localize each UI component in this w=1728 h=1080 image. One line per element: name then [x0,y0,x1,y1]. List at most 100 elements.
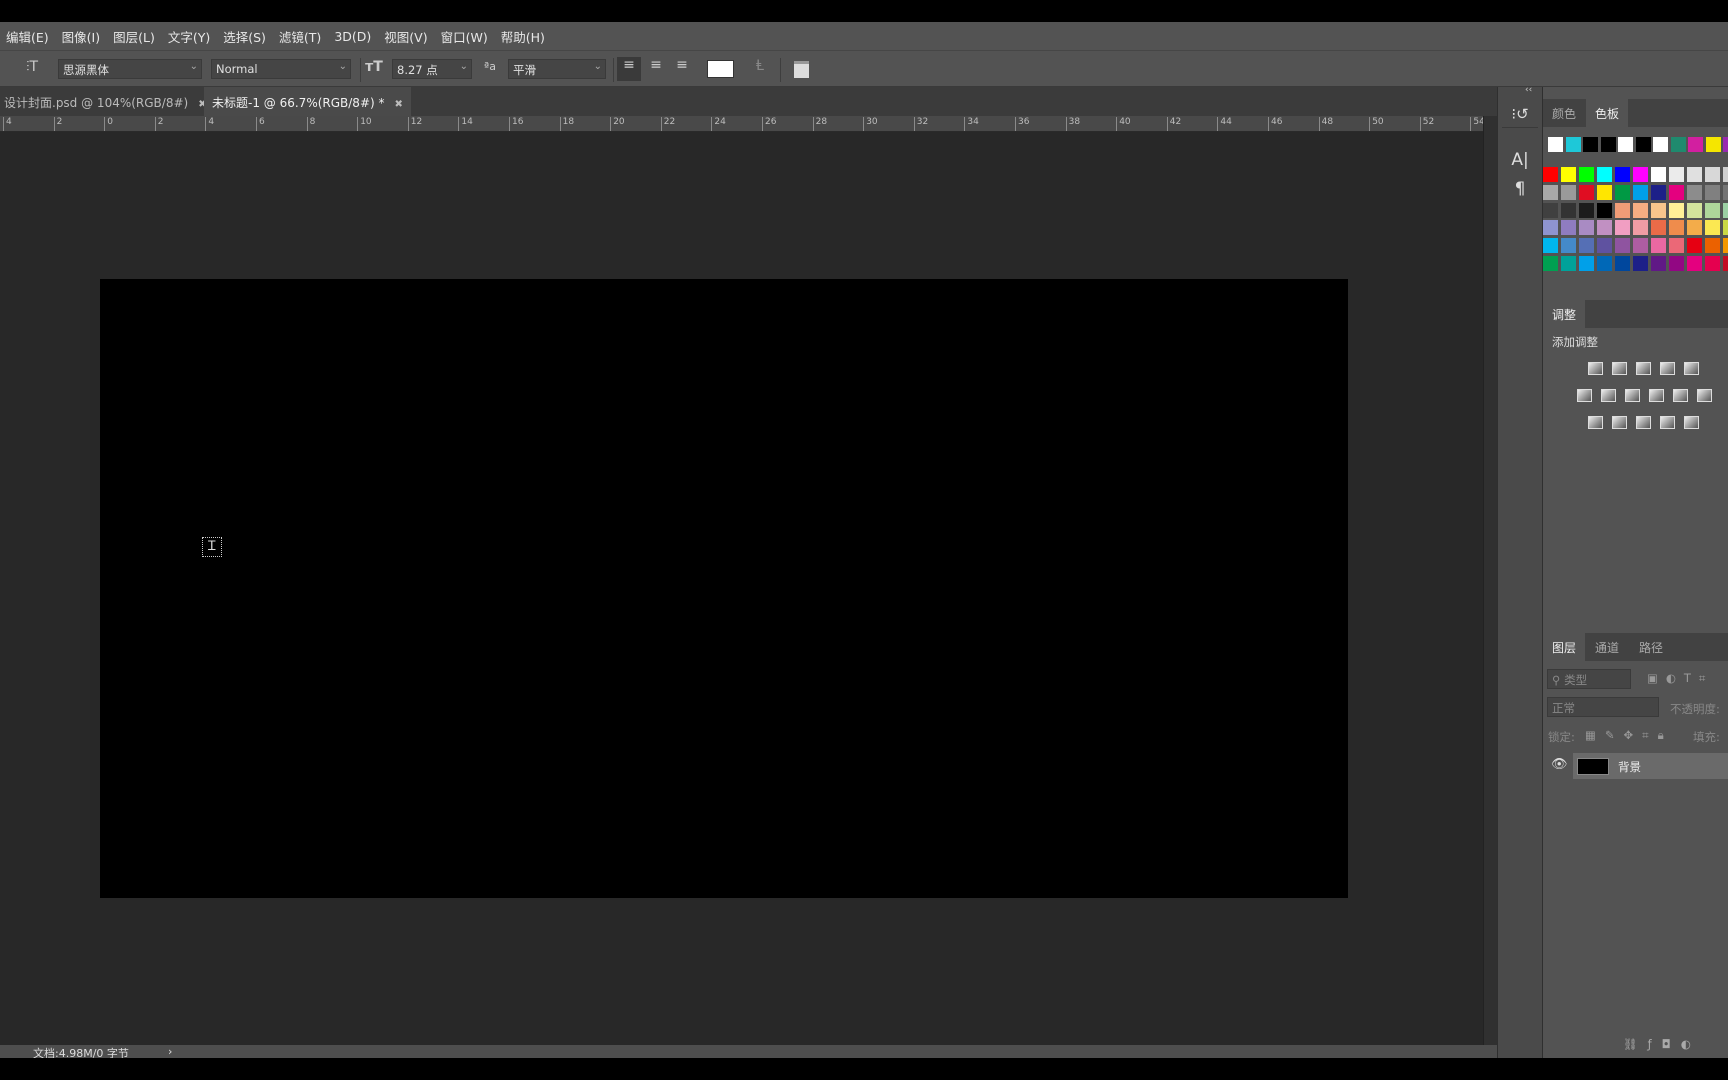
menu-filter[interactable]: 滤镜(T) [279,27,321,46]
color-swatch[interactable] [1723,184,1728,200]
color-swatch[interactable] [1633,184,1648,200]
status-menu-arrow[interactable]: › [168,1045,172,1058]
color-swatch[interactable] [1561,220,1576,236]
channel-mixer-icon[interactable] [1673,389,1688,402]
character-icon[interactable]: A| [1502,150,1538,170]
color-swatch[interactable] [1633,202,1648,218]
tab-paths[interactable]: 路径 [1630,633,1672,661]
eye-icon[interactable]: 👁︎ [1551,757,1568,772]
color-swatch[interactable] [1561,256,1576,271]
color-swatch[interactable] [1579,184,1594,200]
levels-icon[interactable] [1612,362,1627,375]
color-swatch[interactable] [1561,167,1576,182]
color-swatch[interactable] [1597,256,1612,271]
lock-icons[interactable]: ▦✎✥⌗🔒︎ [1585,728,1673,743]
color-swatch[interactable] [1723,220,1728,236]
color-swatch[interactable] [1651,167,1666,182]
color-swatch[interactable] [1669,256,1684,271]
tab-channels[interactable]: 通道 [1586,633,1628,661]
font-size-select[interactable]: 8.27 点 ⌄ [392,59,472,79]
color-swatch[interactable] [1705,220,1720,236]
horizontal-ruler[interactable]: 4 2 0 2 4 6 8 10 12 14 16 18 20 22 24 26 28 30 32 34 36 38 40 4… [0,116,1483,132]
menu-image[interactable]: 图像(I) [62,27,100,46]
threshold-icon[interactable] [1636,416,1651,429]
color-swatch[interactable] [1651,184,1666,200]
text-orientation-icon[interactable]: ⫶T [22,59,42,75]
color-swatch[interactable] [1723,256,1728,271]
color-swatch[interactable] [1669,220,1684,236]
paragraph-icon[interactable]: ¶ [1502,179,1538,199]
tab-layers[interactable]: 图层 [1543,633,1586,661]
invert-icon[interactable] [1588,416,1603,429]
color-swatch[interactable] [1705,184,1720,200]
color-swatch[interactable] [1543,167,1558,182]
color-swatch[interactable] [1653,137,1668,152]
color-swatch[interactable] [1633,167,1648,182]
color-swatch[interactable] [1579,256,1594,271]
tab-color[interactable]: 颜色 [1543,99,1585,127]
blend-mode-select[interactable]: 正常 [1547,697,1659,717]
photo-filter-icon[interactable] [1649,389,1664,402]
color-swatch[interactable] [1633,256,1648,271]
posterize-icon[interactable] [1612,416,1627,429]
menu-edit[interactable]: 编辑(E) [6,27,49,46]
warp-text-icon[interactable]: Ⱡ [750,58,770,74]
align-center-icon[interactable]: ≡ [645,57,667,73]
color-swatch[interactable] [1561,184,1576,200]
tab-swatches[interactable]: 色板 [1586,99,1629,127]
menu-type[interactable]: 文字(Y) [168,27,210,46]
color-swatch[interactable] [1597,238,1612,254]
menu-select[interactable]: 选择(S) [223,27,266,46]
color-lookup-icon[interactable] [1697,389,1712,402]
hue-saturation-icon[interactable] [1577,389,1592,402]
color-swatch[interactable] [1597,184,1612,200]
color-swatch[interactable] [1723,167,1728,182]
color-swatch[interactable] [1687,202,1702,218]
color-swatch[interactable] [1543,220,1558,236]
black-white-icon[interactable] [1625,389,1640,402]
tab-untitled-1[interactable]: 未标题-1 @ 66.7%(RGB/8#) * ✖ [204,87,411,116]
menu-window[interactable]: 窗口(W) [441,27,488,46]
color-swatch[interactable] [1633,220,1648,236]
color-swatch[interactable] [1687,184,1702,200]
gradient-map-icon[interactable] [1684,416,1699,429]
color-swatch[interactable] [1615,220,1630,236]
menu-help[interactable]: 帮助(H) [501,27,545,46]
color-swatch[interactable] [1723,238,1728,254]
color-swatch[interactable] [1597,220,1612,236]
exposure-icon[interactable] [1660,362,1675,375]
color-swatch[interactable] [1669,167,1684,182]
color-swatch[interactable] [1687,220,1702,236]
color-swatch[interactable] [1543,238,1558,254]
layer-filter-select[interactable]: ⚲ 类型 [1547,669,1631,689]
color-swatch[interactable] [1597,167,1612,182]
color-swatch[interactable] [1705,238,1720,254]
color-swatch[interactable] [1579,167,1594,182]
color-swatch[interactable] [1543,184,1558,200]
color-swatch[interactable] [1615,238,1630,254]
color-swatch[interactable] [1633,238,1648,254]
tab-design-cover[interactable]: 设计封面.psd @ 104%(RGB/8#) ✖ [0,87,215,116]
antialias-select[interactable]: 平滑 ⌄ [508,59,606,79]
collapse-panels-icon[interactable]: ‹‹ [1525,85,1532,95]
color-swatch[interactable] [1561,238,1576,254]
color-swatch[interactable] [1600,137,1616,152]
color-swatch[interactable] [1651,202,1666,218]
vertical-scrollbar[interactable] [1483,116,1497,1045]
color-swatch[interactable] [1705,137,1721,152]
color-swatch[interactable] [1615,202,1630,218]
color-balance-icon[interactable] [1601,389,1616,402]
align-left-icon[interactable]: ≡ [617,57,641,81]
tab-adjustments[interactable]: 调整 [1543,300,1586,328]
menu-layer[interactable]: 图层(L) [113,27,155,46]
document-canvas[interactable] [100,279,1348,898]
history-icon[interactable]: ⁝↺ [1502,100,1538,128]
brightness-icon[interactable] [1588,362,1603,375]
color-swatch[interactable] [1705,167,1720,182]
color-swatch[interactable] [1579,202,1594,218]
color-swatch[interactable] [1669,184,1684,200]
color-swatch[interactable] [1669,238,1684,254]
color-swatch[interactable] [1579,238,1594,254]
color-swatch[interactable] [1543,202,1558,218]
color-swatch[interactable] [1687,238,1702,254]
